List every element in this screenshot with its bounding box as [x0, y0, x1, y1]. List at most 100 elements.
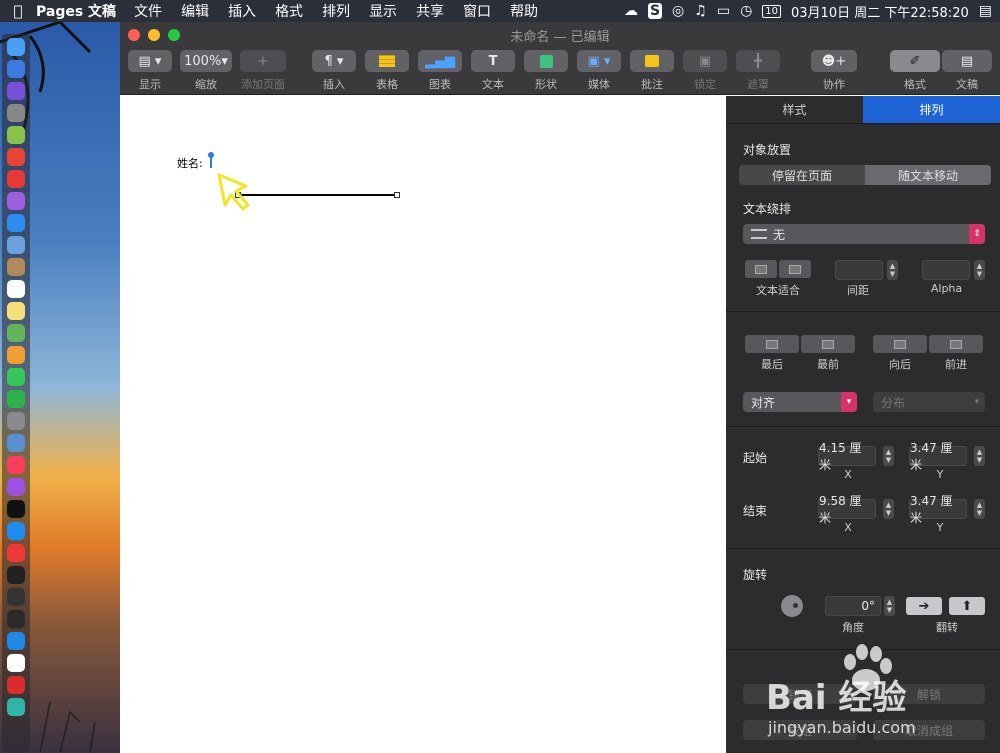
calendar-app-icon[interactable]: [7, 280, 25, 298]
time-machine-icon[interactable]: ◷: [740, 3, 752, 19]
control-center-icon[interactable]: ▤: [979, 3, 992, 19]
tab-style[interactable]: 样式: [726, 96, 863, 123]
table-button[interactable]: [365, 50, 409, 72]
media-button[interactable]: ▣ ▾: [577, 50, 621, 72]
menu-clock[interactable]: 03月10日 周二 下午22:58:20: [791, 2, 969, 21]
menu-file[interactable]: 文件: [134, 1, 162, 21]
app-red-icon[interactable]: [7, 170, 25, 188]
app-purple-icon[interactable]: [7, 192, 25, 210]
tab-arrange[interactable]: 排列: [863, 96, 1000, 123]
angle-field[interactable]: 0°: [825, 596, 881, 616]
angle-stepper[interactable]: ▲ ▼: [884, 596, 895, 616]
system-preferences-icon[interactable]: [7, 412, 25, 430]
end-x-field[interactable]: 9.58 厘米: [818, 494, 876, 525]
flip-vertical-button[interactable]: ⬆: [949, 597, 985, 615]
format-button[interactable]: ✐: [890, 50, 940, 72]
send-backward-button[interactable]: [873, 335, 927, 353]
menu-view[interactable]: 显示: [369, 1, 397, 21]
console-icon[interactable]: [7, 610, 25, 628]
launchpad-icon[interactable]: [7, 60, 25, 78]
safari-icon[interactable]: [7, 214, 25, 232]
sogou-input-icon[interactable]: S: [647, 3, 663, 19]
add-page-button[interactable]: +: [240, 50, 286, 72]
line-shape[interactable]: [238, 194, 397, 196]
notes-icon[interactable]: [7, 302, 25, 320]
spacing-stepper[interactable]: ▲ ▼: [887, 260, 898, 280]
lock-object-button[interactable]: 锁定: [743, 684, 857, 704]
start-x-stepper[interactable]: ▲ ▼: [883, 446, 894, 466]
document-button[interactable]: ▤: [942, 50, 992, 72]
stay-on-page-option[interactable]: 停留在页面: [739, 165, 865, 185]
distribute-popup[interactable]: 分布 ▾: [873, 392, 985, 412]
view-button[interactable]: ▤ ▾: [128, 50, 172, 72]
finder-icon[interactable]: [7, 38, 25, 56]
name-label-text[interactable]: 姓名:: [177, 155, 203, 171]
text-fit-contour-button[interactable]: [745, 260, 777, 278]
spacing-field[interactable]: [835, 260, 883, 280]
chrome-icon[interactable]: [7, 148, 25, 166]
menu-app-name[interactable]: Pages 文稿: [36, 1, 116, 21]
document-canvas[interactable]: 姓名:: [120, 96, 726, 753]
preview-icon[interactable]: [7, 236, 25, 254]
tv-icon[interactable]: [7, 500, 25, 518]
menu-window[interactable]: 窗口: [463, 1, 491, 21]
menu-share[interactable]: 共享: [416, 1, 444, 21]
lock-button[interactable]: ▣: [683, 50, 727, 72]
ungroup-button[interactable]: 取消成组: [873, 720, 985, 740]
vpn-icon[interactable]: [7, 632, 25, 650]
music-icon[interactable]: [7, 456, 25, 474]
end-y-field[interactable]: 3.47 厘米: [909, 494, 967, 525]
netease-music-icon[interactable]: [7, 676, 25, 694]
move-with-text-option[interactable]: 随文本移动: [865, 165, 991, 185]
flip-horizontal-button[interactable]: ➔: [906, 597, 942, 615]
menu-help[interactable]: 帮助: [510, 1, 538, 21]
menu-edit[interactable]: 编辑: [181, 1, 209, 21]
text-button[interactable]: T: [471, 50, 515, 72]
app-store-icon[interactable]: [7, 522, 25, 540]
bring-to-front-button[interactable]: [801, 335, 855, 353]
menu-arrange[interactable]: 排列: [322, 1, 350, 21]
shape-button[interactable]: [524, 50, 568, 72]
send-to-back-button[interactable]: [745, 335, 799, 353]
podcasts-icon[interactable]: [7, 478, 25, 496]
messages-icon[interactable]: [7, 368, 25, 386]
text-wrap-popup[interactable]: 无 ⇕: [743, 224, 985, 244]
android-icon[interactable]: [7, 126, 25, 144]
mask-button[interactable]: ╋: [736, 50, 780, 72]
alpha-stepper[interactable]: ▲ ▼: [974, 260, 985, 280]
align-popup[interactable]: 对齐 ▾: [743, 392, 857, 412]
menu-format[interactable]: 格式: [275, 1, 303, 21]
insert-button[interactable]: ¶ ▾: [312, 50, 356, 72]
apple-menu-icon[interactable]: : [0, 2, 36, 20]
globe-icon[interactable]: ◎: [672, 3, 684, 19]
end-y-stepper[interactable]: ▲ ▼: [974, 499, 985, 519]
alpha-field[interactable]: [922, 260, 970, 280]
rocket-icon[interactable]: [7, 104, 25, 122]
airplay-icon[interactable]: ▭: [717, 3, 730, 19]
line-end-handle[interactable]: [394, 192, 400, 198]
text-fit-alpha-button[interactable]: [779, 260, 811, 278]
zoom-popup[interactable]: 100% ▾: [180, 50, 232, 72]
yandex-icon[interactable]: [7, 654, 25, 672]
start-y-stepper[interactable]: ▲ ▼: [974, 446, 985, 466]
menu-insert[interactable]: 插入: [228, 1, 256, 21]
terminal-icon[interactable]: [7, 566, 25, 584]
start-x-field[interactable]: 4.15 厘米: [818, 441, 876, 472]
collaborate-button[interactable]: ☻+: [811, 50, 857, 72]
unlock-object-button[interactable]: 解锁: [873, 684, 985, 704]
end-x-stepper[interactable]: ▲ ▼: [883, 499, 894, 519]
qq-ghost-icon[interactable]: ☁: [624, 3, 638, 19]
rotate-dial[interactable]: [781, 595, 803, 617]
calendar-icon[interactable]: 10: [762, 4, 782, 18]
downloads-icon[interactable]: [7, 434, 25, 452]
contacts-icon[interactable]: [7, 258, 25, 276]
chart-button[interactable]: ▂▄▆: [418, 50, 462, 72]
photos-icon[interactable]: [7, 346, 25, 364]
bring-forward-button[interactable]: [929, 335, 983, 353]
music-note-icon[interactable]: ♫: [694, 3, 707, 19]
siri-icon[interactable]: [7, 82, 25, 100]
activity-monitor-icon[interactable]: [7, 588, 25, 606]
app-teal-icon[interactable]: [7, 698, 25, 716]
facetime-icon[interactable]: [7, 390, 25, 408]
group-button[interactable]: 成组: [743, 720, 857, 740]
